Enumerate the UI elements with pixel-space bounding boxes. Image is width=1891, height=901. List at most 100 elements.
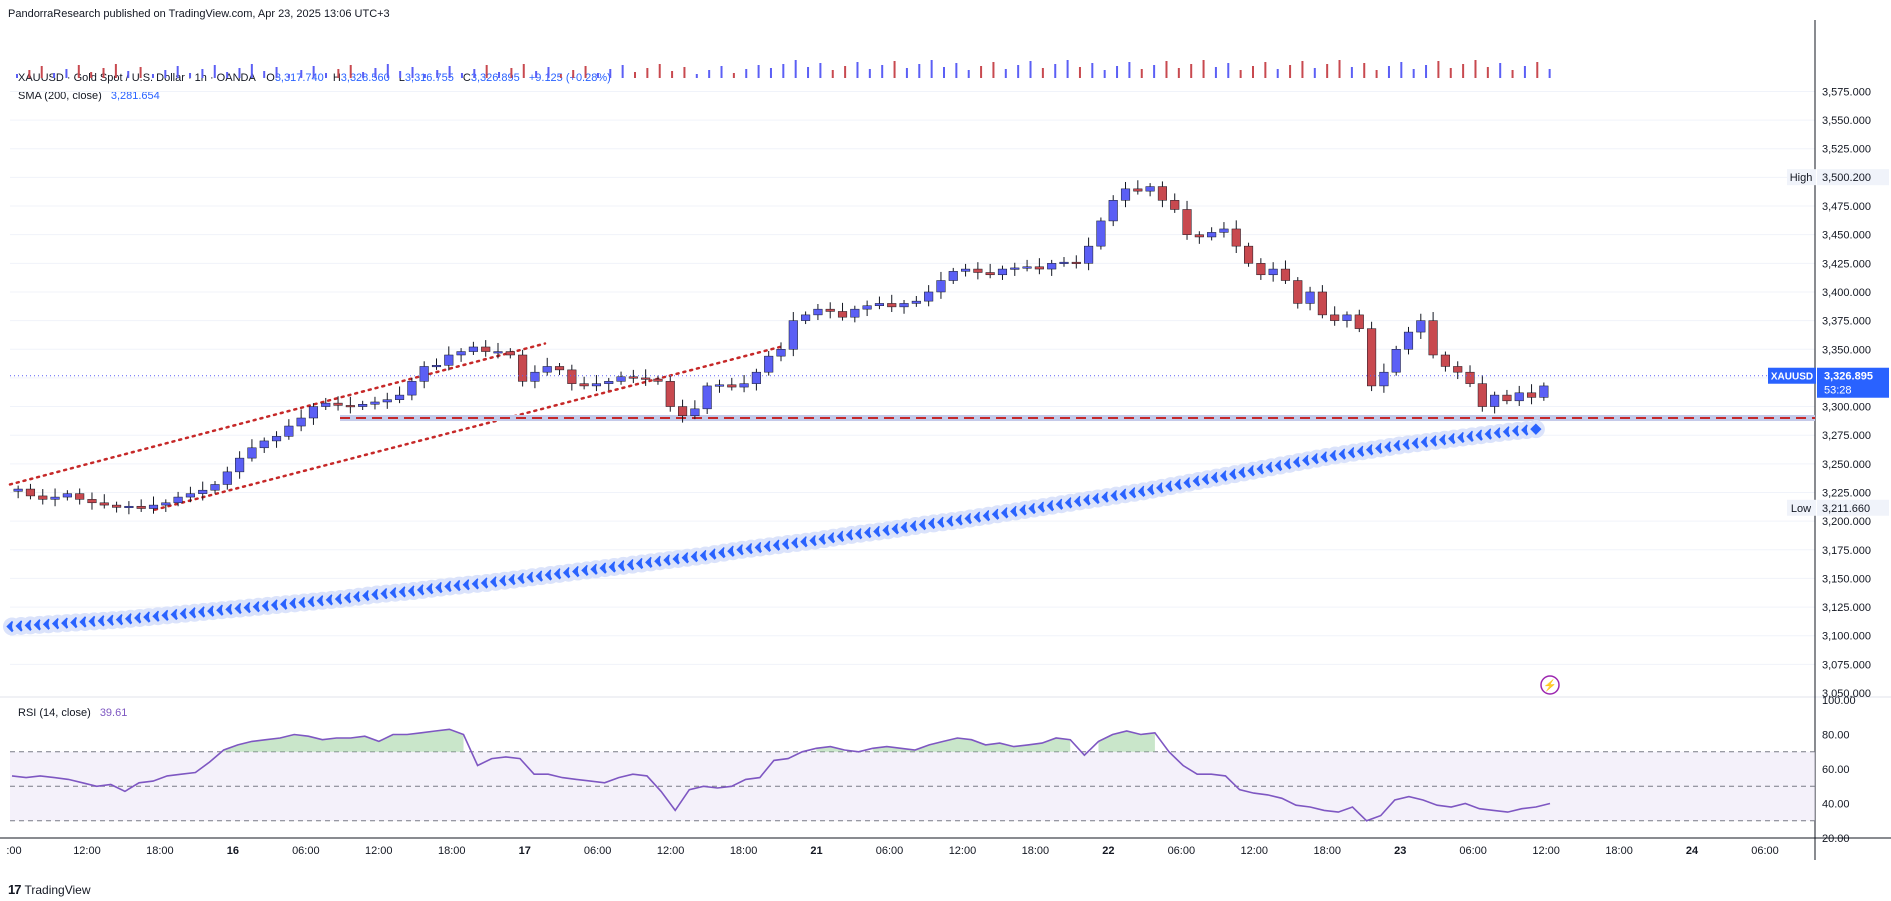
volume-bar [213,65,216,78]
volume-bar [1066,60,1069,78]
volume-bar [399,71,402,78]
volume-bar [1313,68,1316,78]
channel-upper [8,342,547,486]
symbol-tag: XAUUSD [1771,372,1813,383]
candle-body [1391,349,1401,373]
candle-body [1034,266,1044,270]
candle-body [370,401,380,405]
volume-bar [584,66,587,78]
volume-bar [275,67,278,78]
candle-body [222,471,232,485]
volume-bar [1499,63,1502,78]
candle-body [198,489,208,494]
volume-bar [325,73,327,78]
candle-body [161,502,171,506]
volume-bar [151,74,154,78]
tradingview-mark-icon: 17 [8,882,22,897]
volume-bar [374,68,377,78]
volume-bar [1523,66,1526,78]
candle-body [148,504,159,509]
volume-bar [1326,64,1329,78]
candle-body [87,499,97,504]
candle-body [936,280,946,293]
candle-body [653,378,663,382]
volume-bar [992,62,995,78]
candle-body [1243,245,1254,264]
candle-body [308,406,319,419]
time-tick-label: 18:00 [1313,845,1341,857]
volume-bar [1536,62,1539,78]
candle-body [112,504,122,508]
candle-body [333,402,343,406]
rsi-tick-label: 40.00 [1822,799,1850,811]
volume-bar [386,64,389,78]
rsi-overbought-fill [223,729,1155,752]
volume-bar [65,69,68,78]
candle-body [1465,371,1475,384]
candle-body [911,300,921,304]
volume-bar [1252,66,1254,78]
time-tick-label: 21 [810,845,822,857]
candle-body [259,440,269,449]
volume-bar [819,63,822,78]
candle-body [887,303,897,308]
brand-label: TradingView [24,882,91,897]
volume-bar [1276,69,1279,78]
volume-bar [1264,62,1267,78]
candle-body [1330,314,1340,321]
volume-bar [658,64,661,78]
price-tick-label: 3,400.000 [1822,287,1871,299]
volume-bar [547,67,550,78]
candle-body [727,384,737,388]
candle-body [296,417,306,427]
candle-body [813,308,823,316]
volume-bar [1202,60,1205,78]
candle-body [751,371,761,384]
candle-body [1231,228,1241,247]
candle-body [973,268,983,273]
candle-body [321,402,331,407]
candle-body [739,383,749,388]
volume-bar [1017,65,1020,78]
candle-body [1317,291,1327,316]
candle-body [1145,186,1155,192]
candle-body [1059,261,1069,264]
candle-body [1403,331,1414,350]
price-tick-label: 3,550.000 [1822,115,1871,127]
volume-bar [1338,60,1341,78]
last-price-value: 3,326.895 [1824,371,1873,383]
volume-bar [312,66,315,78]
volume-bar [448,66,451,78]
volume-bar [53,73,56,78]
candle-body [124,505,134,508]
volume-bar [1004,69,1007,78]
time-tick-label: 06:00 [292,845,320,857]
price-tick-label: 3,100.000 [1822,631,1871,643]
candle-body [1096,220,1106,247]
volume-bar [1462,64,1465,78]
candle-body [481,346,491,352]
candle-body [997,268,1008,276]
volume-bar [1153,65,1156,78]
volume-bar [905,68,908,78]
candle-body [1268,268,1278,276]
tradingview-logo[interactable]: 17 TradingView [8,882,91,897]
volume-bar [423,74,426,78]
candle-body [1084,245,1094,264]
price-tick-label: 3,450.000 [1822,230,1871,242]
volume-bar [732,73,735,78]
candle-body [554,366,565,371]
volume-bar [634,72,636,78]
volume-bar [1437,61,1440,78]
candle-body [579,383,589,387]
candle-body [173,496,183,504]
candle-body [1502,394,1512,402]
volume-bar [201,69,204,78]
volume-bar [745,69,748,78]
candle-body [1305,291,1315,304]
candle-body [530,371,540,382]
time-tick-label: 17 [519,845,531,857]
volume-bar [498,72,501,78]
price-chart[interactable]: ⚡ 3,575.0003,550.0003,525.0003,500.0003,… [0,0,1891,901]
volume-bar [1375,70,1378,78]
